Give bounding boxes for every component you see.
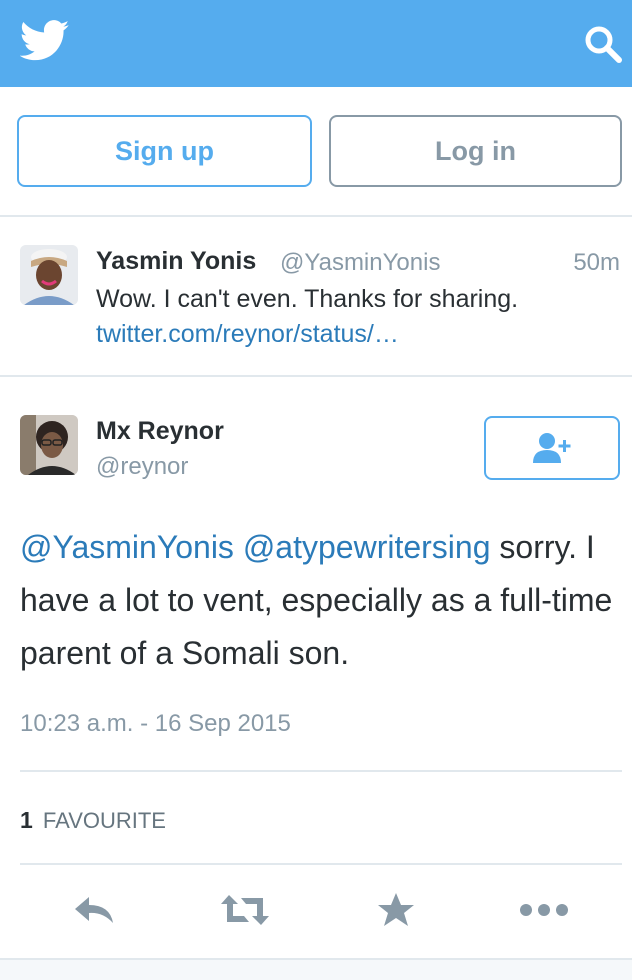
retweet-icon <box>221 895 269 925</box>
star-icon <box>378 893 414 926</box>
author-name[interactable]: Yasmin Yonis <box>96 247 256 276</box>
divider <box>20 863 622 865</box>
retweet-button[interactable] <box>218 889 272 931</box>
reply-button[interactable] <box>70 889 118 931</box>
favourite-button[interactable] <box>374 889 418 931</box>
more-icon <box>520 904 568 916</box>
twitter-bird-icon[interactable] <box>20 20 70 62</box>
mention-link[interactable]: @atypewritersing <box>243 529 491 565</box>
tweet-link[interactable]: twitter.com/reynor/status/… <box>96 320 399 349</box>
tweet-body: @YasminYonis @atypewritersing sorry. I h… <box>20 521 625 680</box>
avatar[interactable] <box>20 245 78 305</box>
more-button[interactable] <box>518 889 570 931</box>
author-name[interactable]: Mx Reynor <box>96 417 224 446</box>
favourite-stats[interactable]: 1 FAVOURITE <box>20 807 166 834</box>
author-handle[interactable]: @reynor <box>96 453 188 481</box>
auth-bar: Sign up Log in <box>0 87 632 217</box>
reply-icon <box>75 897 113 923</box>
avatar[interactable] <box>20 415 78 475</box>
main-tweet: Mx Reynor @reynor @YasminYonis @atypewri… <box>0 379 632 969</box>
log-in-button[interactable]: Log in <box>329 115 622 187</box>
top-bar <box>0 0 632 87</box>
tweet-time: 50m <box>573 249 620 276</box>
tweet-text: Wow. I can't even. Thanks for sharing. <box>96 285 519 313</box>
favourite-label: FAVOURITE <box>42 808 166 833</box>
avatar-reynor-image <box>20 415 78 475</box>
author-handle[interactable]: @YasminYonis <box>280 249 440 277</box>
tweet-timestamp[interactable]: 10:23 a.m. - 16 Sep 2015 <box>20 710 291 738</box>
search-icon[interactable] <box>583 24 623 64</box>
reply-tweet[interactable]: Yasmin Yonis @YasminYonis 50m Wow. I can… <box>0 217 632 377</box>
sign-up-button[interactable]: Sign up <box>17 115 312 187</box>
follow-user-icon <box>533 433 571 463</box>
bottom-divider <box>0 958 632 980</box>
divider <box>20 770 622 772</box>
mention-link[interactable]: @YasminYonis <box>20 529 234 565</box>
follow-button[interactable] <box>484 416 620 480</box>
avatar-yasmin-image <box>20 245 78 305</box>
favourite-count: 1 <box>20 807 33 833</box>
